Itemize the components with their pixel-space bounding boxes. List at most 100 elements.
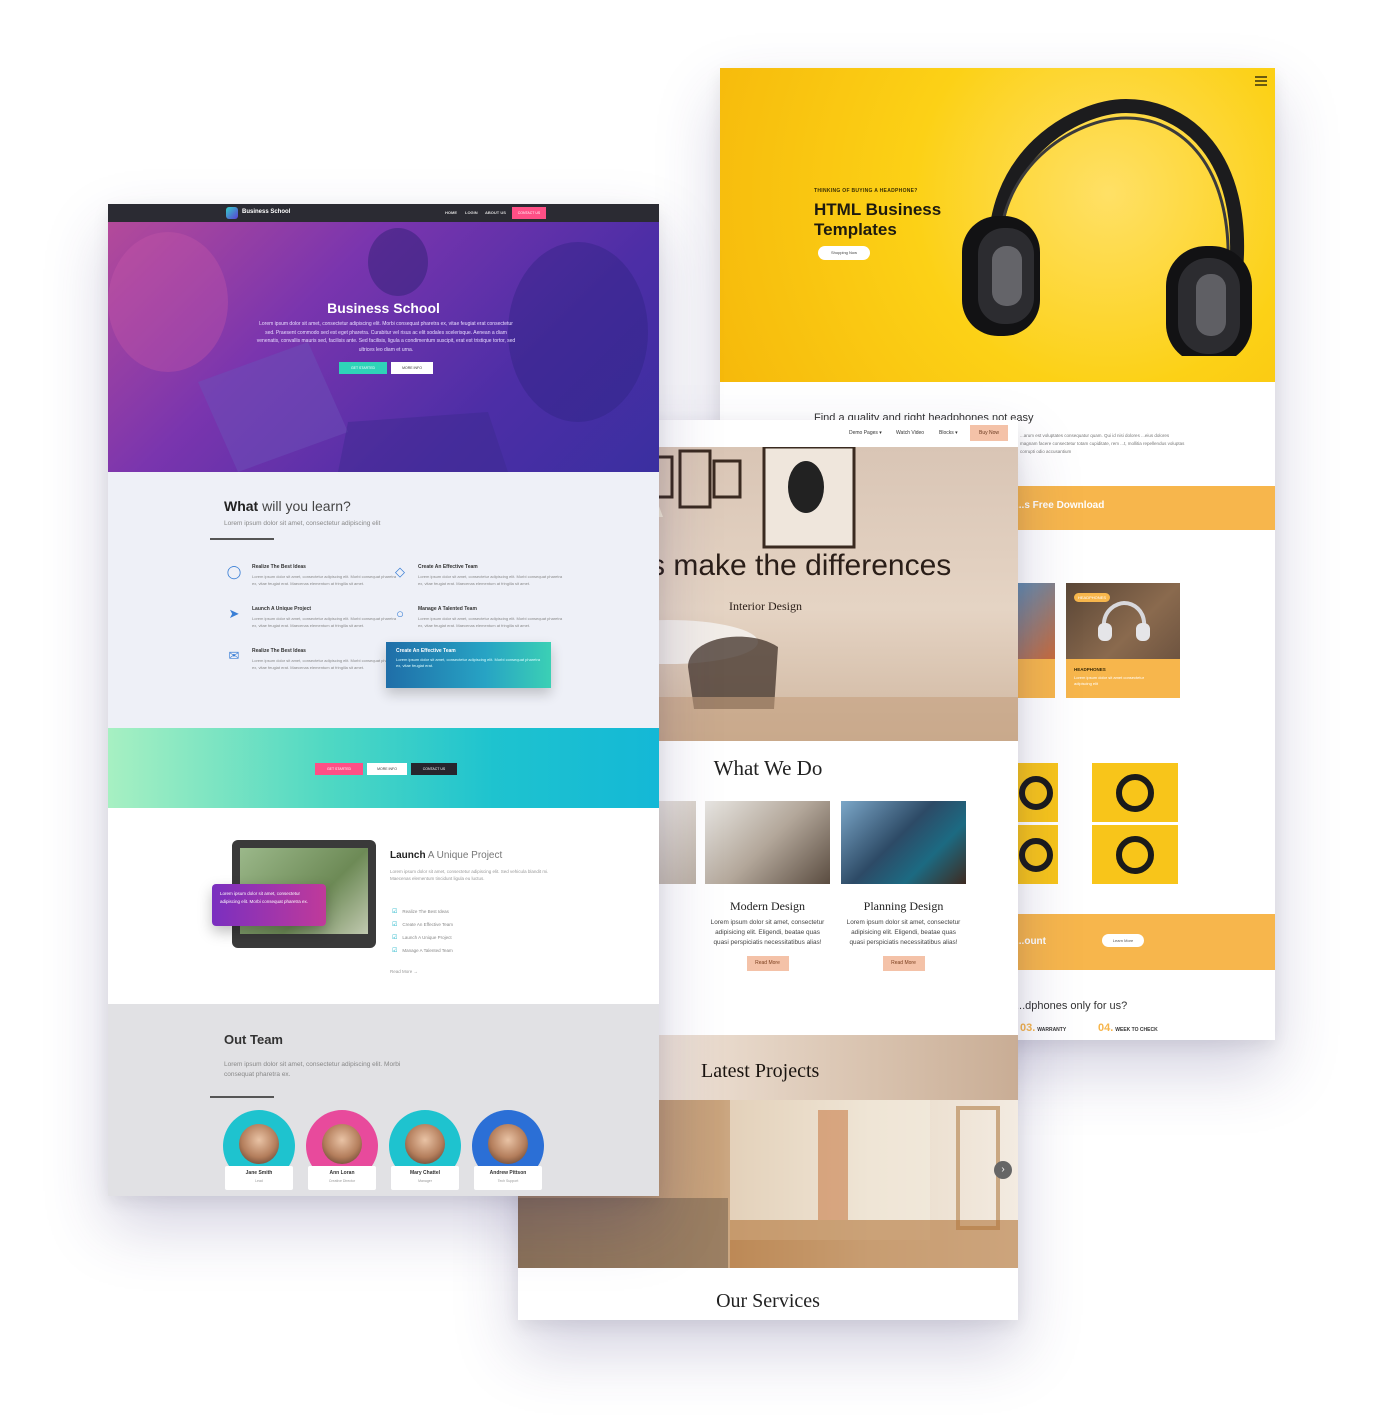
what-will-you-learn-section: What will you learn? Lorem ipsum dolor s…: [108, 472, 659, 728]
feature-desc: Lorem ipsum dolor sit amet, consectetur …: [252, 658, 397, 670]
check-label: Create An Effective Team: [402, 922, 454, 927]
member-role: Creative Director: [328, 1179, 356, 1183]
hp-intro-text: ...arum est voluptates consequatur quam.…: [1020, 433, 1185, 454]
launch-desc: Lorem ipsum dolor sit amet, consectetur …: [390, 869, 549, 881]
team-member-card[interactable]: Jane Smith Lead: [221, 1110, 297, 1190]
team-member-card[interactable]: Ann Loran Creative Director: [304, 1110, 380, 1190]
more-info-button[interactable]: MORE INFO: [367, 763, 407, 775]
more-info-button[interactable]: MORE INFO: [391, 362, 433, 374]
business-school-template-screenshot: Business School HOME LOGIN ABOUT US CONT…: [108, 204, 659, 1196]
member-name: Ann Loran: [329, 1170, 355, 1176]
learn-more-button[interactable]: Learn More: [1102, 934, 1144, 947]
bs-hero-desc: Lorem ipsum dolor sit amet, consectetur …: [256, 321, 516, 353]
shopping-now-button[interactable]: Shopping Now: [818, 246, 870, 260]
team-heading: Out Team: [224, 1032, 283, 1047]
promo-card: Lorem ipsum dolor sit amet, consectetur …: [212, 884, 326, 926]
member-label: Jane Smith Lead: [225, 1166, 293, 1190]
hp-hero: THINKING OF BUYING A HEADPHONE? HTML Bus…: [720, 68, 1275, 382]
learn-heading-rest: will you learn?: [258, 498, 351, 514]
nav-about[interactable]: ABOUT US: [485, 210, 506, 215]
member-name: Jane Smith: [245, 1170, 273, 1176]
learn-heading: What will you learn?: [224, 498, 351, 514]
chevron-right-icon[interactable]: ›: [994, 1161, 1012, 1179]
feature-title: Realize The Best Ideas: [252, 564, 306, 570]
check-item: ☑ Manage A Talented Team: [392, 947, 453, 954]
team-section: Out Team Lorem ipsum dolor sit amet, con…: [108, 1004, 659, 1196]
hp-kicker: THINKING OF BUYING A HEADPHONE?: [814, 188, 918, 194]
feature-desc: Lorem ipsum dolor sit amet, consectetur …: [418, 574, 563, 586]
avatar: [322, 1124, 362, 1164]
stat-number: 03.: [1020, 1022, 1036, 1034]
service-image: [841, 801, 966, 884]
team-member-card[interactable]: Mary Chattel Manager: [387, 1110, 463, 1190]
member-name: Andrew Pittson: [489, 1170, 527, 1176]
nav-demo-pages[interactable]: Demo Pages ▾: [849, 430, 882, 436]
service-card-partial: [658, 801, 696, 884]
nav-watch-video[interactable]: Watch Video: [896, 430, 924, 436]
launch-heading-bold: Launch: [390, 850, 426, 861]
stat-label: WEEK TO CHECK: [1115, 1027, 1158, 1033]
read-more-link[interactable]: Read More →: [390, 969, 418, 974]
service-desc: Lorem ipsum dolor sit amet, consectetur …: [846, 919, 961, 946]
nav-login[interactable]: LOGIN: [465, 210, 478, 215]
envelope-icon: ✉: [228, 648, 240, 663]
headphones-icon: [1098, 600, 1150, 641]
check-item: ☑ Create An Effective Team: [392, 921, 453, 928]
checkbox-icon: ☑: [392, 948, 398, 954]
highlight-card-desc: Lorem ipsum dolor sit amet, consectetur …: [396, 657, 541, 668]
bs-navbar: Business School HOME LOGIN ABOUT US CONT…: [108, 204, 659, 222]
feature-desc: Lorem ipsum dolor sit amet, consectetur …: [252, 574, 397, 586]
launch-heading: Launch A Unique Project: [390, 850, 502, 861]
learn-subtitle: Lorem ipsum dolor sit amet, consectetur …: [224, 520, 381, 527]
feature-item: Realize The Best Ideas Lorem ipsum dolor…: [252, 648, 402, 671]
check-label: Realize The Best Ideas: [402, 909, 449, 914]
contact-us-button[interactable]: CONTACT US: [411, 763, 457, 775]
service-desc: Lorem ipsum dolor sit amet, consectetur …: [710, 919, 825, 946]
service-card-modern: Modern Design Lorem ipsum dolor sit amet…: [705, 801, 830, 971]
heading-divider: [210, 538, 274, 540]
gallery-headphones-art: [1019, 774, 1154, 874]
get-started-button[interactable]: GET STARTED: [339, 362, 387, 374]
discount-text: ...ount: [1016, 936, 1046, 947]
headphones-image: [962, 98, 1252, 356]
hp-question: ...dphones only for us?: [1016, 1000, 1128, 1012]
showcase-stage: THINKING OF BUYING A HEADPHONE? HTML Bus…: [0, 0, 1376, 1420]
get-started-button[interactable]: GET STARTED: [315, 763, 363, 775]
contact-us-button[interactable]: CONTACT US: [512, 207, 546, 219]
team-desc: Lorem ipsum dolor sit amet, consectetur …: [224, 1061, 401, 1078]
feature-title: Realize The Best Ideas: [252, 648, 306, 654]
member-role: Manager: [418, 1179, 432, 1183]
nav-blocks[interactable]: Blocks ▾: [939, 430, 958, 436]
feature-item: Manage A Talented Team Lorem ipsum dolor…: [418, 606, 568, 629]
bs-hero: Business School Lorem ipsum dolor sit am…: [108, 222, 659, 472]
learn-heading-bold: What: [224, 498, 259, 514]
service-name: Modern Design: [730, 899, 805, 913]
feature-title: Create An Effective Team: [418, 564, 478, 570]
feature-desc: Lorem ipsum dolor sit amet, consectetur …: [252, 616, 397, 628]
read-more-button[interactable]: Read More: [746, 956, 789, 971]
check-label: Launch A Unique Project: [402, 935, 452, 940]
team-member-card[interactable]: Andrew Pittson Tech Support: [470, 1110, 546, 1190]
bs-brand[interactable]: Business School: [242, 209, 290, 215]
read-more-button[interactable]: Read More: [882, 956, 925, 971]
hamburger-menu-icon[interactable]: [1255, 76, 1267, 86]
nav-home[interactable]: HOME: [445, 210, 457, 215]
logo-icon[interactable]: [226, 207, 238, 219]
feature-title: Launch A Unique Project: [252, 606, 312, 612]
buy-now-button[interactable]: Buy Now: [970, 425, 1008, 441]
check-item: ☑ Realize The Best Ideas: [392, 908, 449, 915]
feature-desc: Lorem ipsum dolor sit amet, consectetur …: [418, 616, 563, 628]
product-tag: HEADPHONES: [1074, 593, 1111, 602]
launch-project-section: Lorem ipsum dolor sit amet, consectetur …: [108, 808, 659, 1004]
stat-week: 04. WEEK TO CHECK: [1098, 1022, 1158, 1034]
highlight-card[interactable]: Create An Effective Team Lorem ipsum dol…: [386, 642, 551, 688]
product-card-headphones[interactable]: HEADPHONES HEADPHONES Lorem ipsum dolor …: [1066, 583, 1180, 698]
avatar: [405, 1124, 445, 1164]
member-label: Andrew Pittson Tech Support: [474, 1166, 542, 1190]
latest-projects-heading: Latest Projects: [701, 1060, 820, 1082]
feature-item: Realize The Best Ideas Lorem ipsum dolor…: [252, 564, 402, 587]
checkbox-icon: ☑: [392, 909, 398, 915]
member-role: Lead: [255, 1179, 263, 1183]
feature-title: Manage A Talented Team: [418, 606, 477, 612]
check-label: Manage A Talented Team: [402, 948, 453, 953]
